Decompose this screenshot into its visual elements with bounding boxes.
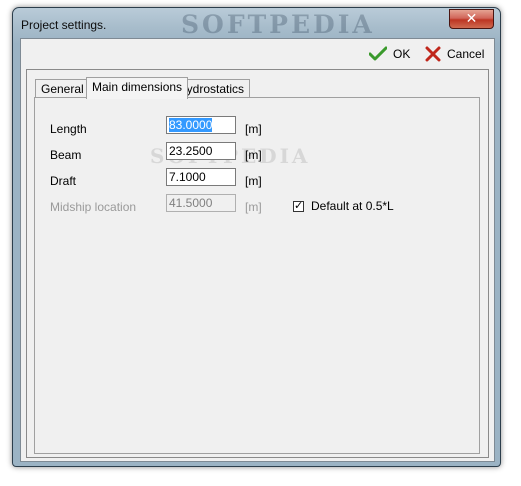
midship-location-unit: [m] bbox=[245, 200, 262, 214]
length-label: Length bbox=[50, 122, 87, 136]
length-value: 83.0000 bbox=[169, 118, 213, 132]
close-button[interactable]: ✕ bbox=[449, 9, 494, 29]
window-title: Project settings. bbox=[21, 18, 107, 32]
tab-main-dimensions[interactable]: Main dimensions bbox=[86, 77, 189, 99]
default-half-length-label[interactable]: Default at 0.5*L bbox=[311, 199, 394, 213]
midship-location-input: 41.5000 bbox=[166, 194, 236, 212]
draft-input[interactable]: 7.1000 bbox=[166, 168, 236, 186]
title-bar[interactable]: Project settings. SOFTPEDIA ✕ bbox=[13, 8, 500, 39]
main-dimensions-panel: SOFTPEDIA Length 83.0000 [m] Beam 23.250… bbox=[34, 97, 480, 454]
tab-general[interactable]: General bbox=[35, 79, 90, 98]
midship-location-label: Midship location bbox=[50, 200, 137, 214]
draft-unit: [m] bbox=[245, 174, 262, 188]
x-cancel-icon bbox=[425, 46, 441, 62]
beam-unit: [m] bbox=[245, 148, 262, 162]
beam-value: 23.2500 bbox=[169, 144, 213, 158]
project-settings-window: Project settings. SOFTPEDIA ✕ OK Cancel … bbox=[12, 7, 501, 467]
cancel-label: Cancel bbox=[447, 47, 485, 61]
dialog-client-area: OK Cancel General Main dimensions Hydros… bbox=[20, 38, 495, 462]
dialog-toolbar: OK Cancel bbox=[21, 39, 494, 70]
default-half-length-checkbox[interactable]: ✓ bbox=[293, 199, 304, 212]
cancel-button[interactable]: Cancel bbox=[425, 42, 484, 66]
checkmark-icon bbox=[369, 46, 387, 61]
draft-label: Draft bbox=[50, 174, 77, 188]
beam-label: Beam bbox=[50, 148, 82, 162]
draft-value: 7.1000 bbox=[169, 170, 206, 184]
ok-button[interactable]: OK bbox=[369, 42, 410, 66]
length-input[interactable]: 83.0000 bbox=[166, 116, 236, 134]
ok-label: OK bbox=[393, 47, 411, 61]
length-unit: [m] bbox=[245, 122, 262, 136]
midship-location-value: 41.5000 bbox=[169, 196, 213, 210]
softpedia-watermark: SOFTPEDIA bbox=[181, 10, 375, 39]
close-icon: ✕ bbox=[465, 11, 478, 27]
checkmark-glyph: ✓ bbox=[294, 199, 304, 212]
beam-input[interactable]: 23.2500 bbox=[166, 142, 236, 160]
